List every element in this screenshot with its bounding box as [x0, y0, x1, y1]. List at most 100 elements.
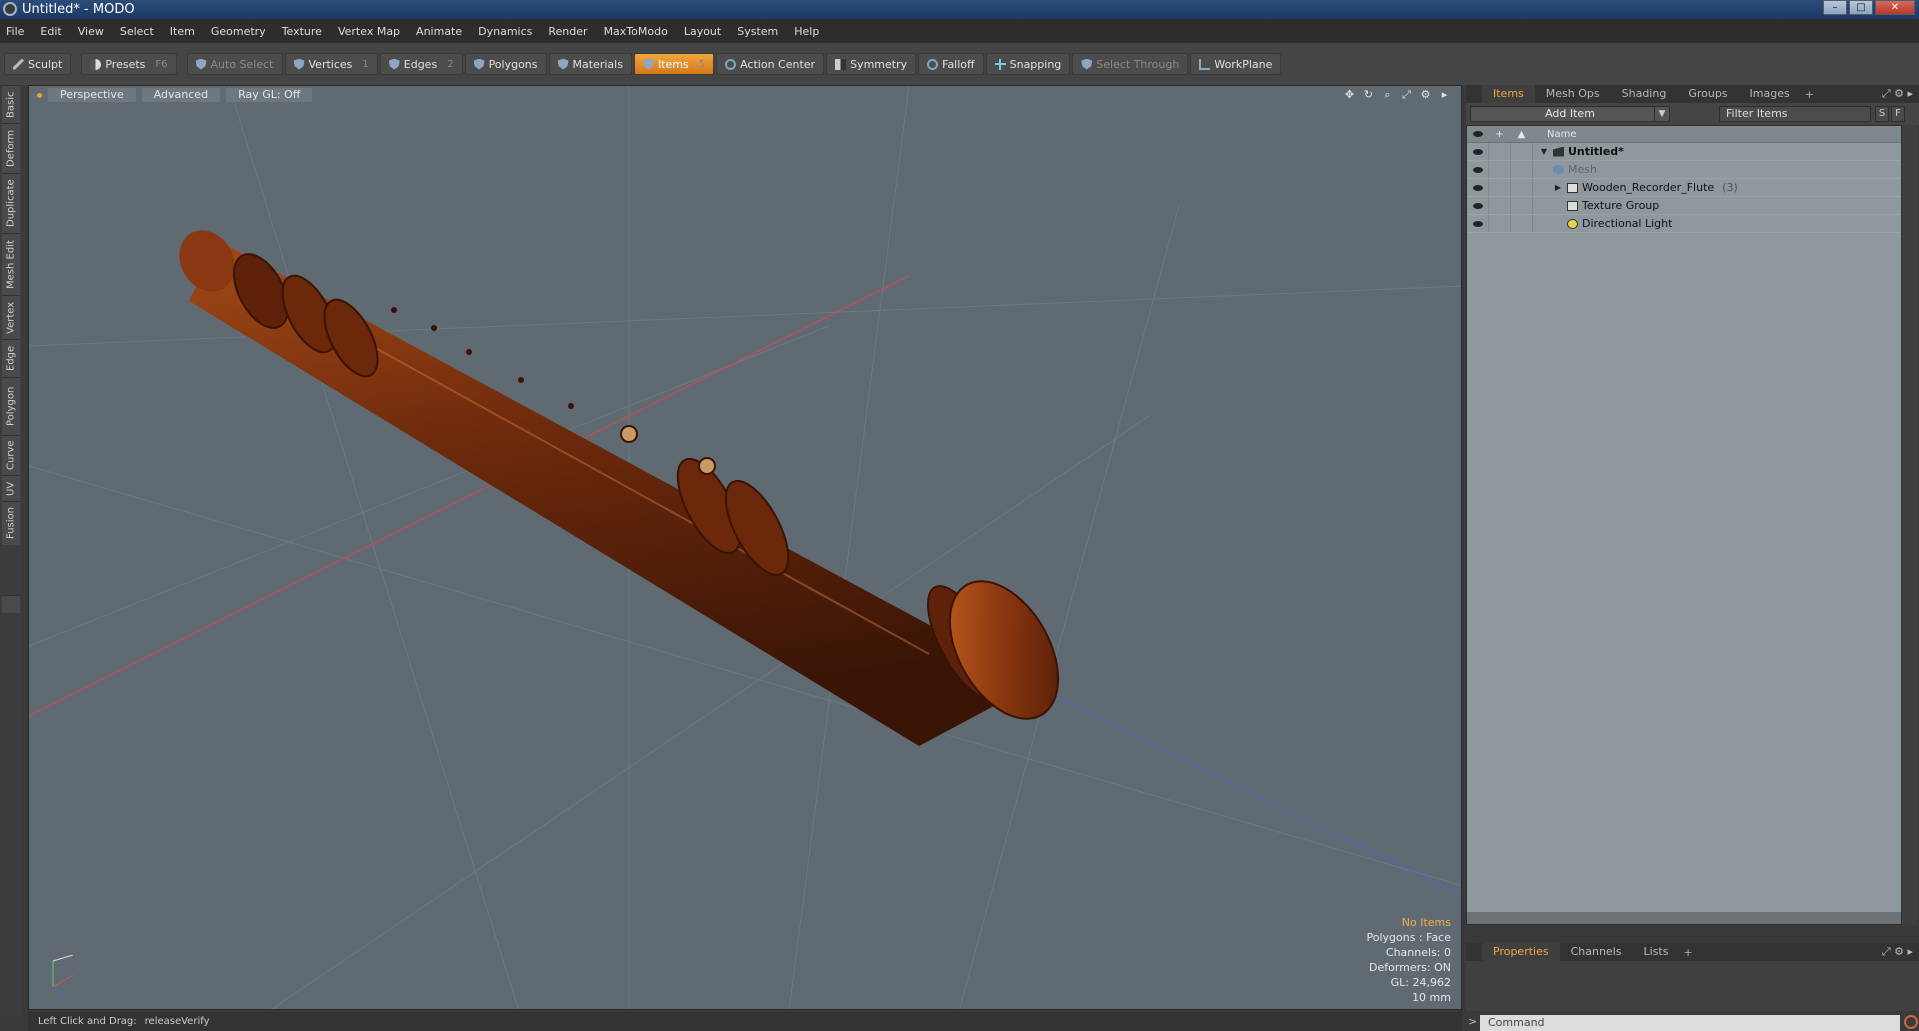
tab-shading[interactable]: Shading: [1611, 85, 1678, 103]
tree-row-mesh[interactable]: Mesh: [1467, 161, 1901, 179]
visibility-eye-icon[interactable]: [1467, 143, 1489, 160]
fit-icon[interactable]: ⤢: [1400, 88, 1413, 101]
settings-gear-icon[interactable]: ⚙: [1419, 88, 1432, 101]
menu-select[interactable]: Select: [120, 25, 154, 38]
channels-info: Channels: 0: [1385, 946, 1451, 959]
tab-edge[interactable]: Edge: [2, 339, 20, 377]
presets-icon: [90, 58, 102, 70]
command-stop-icon[interactable]: [1904, 1015, 1918, 1029]
tree-row-light[interactable]: Directional Light: [1467, 215, 1901, 233]
falloff-button[interactable]: Falloff: [918, 53, 984, 75]
3d-viewport[interactable]: Perspective Advanced Ray GL: Off ✥ ↻ ⌕ ⤢…: [28, 85, 1462, 1010]
rotate-icon[interactable]: ↻: [1362, 88, 1375, 101]
expand-arrow-icon[interactable]: ▸: [1438, 88, 1451, 101]
expand-arrow-icon[interactable]: ▶: [1553, 183, 1563, 192]
tab-images[interactable]: Images: [1739, 85, 1801, 103]
tree-row-recorder-group[interactable]: ▶ Wooden_Recorder_Flute (3): [1467, 179, 1901, 197]
menu-item[interactable]: Item: [170, 25, 195, 38]
close-button[interactable]: ✕: [1875, 0, 1915, 15]
tree-row-texture-group[interactable]: Texture Group: [1467, 197, 1901, 215]
properties-panel-tabs: Properties Channels Lists + ⤢ ⚙ ▸: [1466, 943, 1919, 961]
visibility-eye-icon[interactable]: [1467, 161, 1489, 178]
workplane-button[interactable]: WorkPlane: [1190, 53, 1282, 75]
name-column-header: Name: [1547, 128, 1577, 140]
menu-layout[interactable]: Layout: [684, 25, 721, 38]
items-button[interactable]: Items 5: [633, 53, 715, 75]
s-button[interactable]: S: [1875, 106, 1889, 122]
select-through-button[interactable]: Select Through: [1072, 53, 1189, 75]
view-type-dropdown[interactable]: Perspective: [48, 88, 136, 102]
command-input[interactable]: Command: [1480, 1015, 1900, 1031]
add-tab-icon[interactable]: +: [1805, 88, 1814, 101]
menu-vertex-map[interactable]: Vertex Map: [338, 25, 400, 38]
maximize-button[interactable]: □: [1849, 0, 1873, 15]
mesh-icon: [1553, 164, 1564, 175]
menu-system[interactable]: System: [737, 25, 778, 38]
tab-polygon[interactable]: Polygon: [2, 377, 20, 435]
menu-texture[interactable]: Texture: [282, 25, 322, 38]
tab-basic[interactable]: Basic: [2, 85, 20, 123]
menu-edit[interactable]: Edit: [40, 25, 61, 38]
raygl-toggle[interactable]: Ray GL: Off: [226, 88, 313, 102]
auto-select-button[interactable]: Auto Select: [186, 53, 283, 75]
tab-deform[interactable]: Deform: [2, 123, 20, 173]
materials-button[interactable]: Materials: [548, 53, 632, 75]
tab-duplicate[interactable]: Duplicate: [2, 173, 20, 233]
visibility-eye-icon[interactable]: [1467, 215, 1489, 232]
add-item-button[interactable]: Add Item: [1470, 106, 1670, 122]
vertices-button[interactable]: Vertices 1: [284, 53, 378, 75]
menu-file[interactable]: File: [6, 25, 24, 38]
f-button[interactable]: F: [1891, 106, 1905, 122]
menu-animate[interactable]: Animate: [416, 25, 462, 38]
group-name: Wooden_Recorder_Flute: [1582, 181, 1715, 194]
light-name: Directional Light: [1582, 217, 1673, 230]
panel-options-icon[interactable]: ⤢ ⚙ ▸: [1882, 945, 1913, 959]
tab-fusion[interactable]: Fusion: [2, 501, 20, 545]
visibility-eye-icon[interactable]: [1467, 179, 1489, 196]
menu-help[interactable]: Help: [794, 25, 819, 38]
snapping-button[interactable]: Snapping: [985, 53, 1071, 75]
tab-channels[interactable]: Channels: [1560, 943, 1633, 961]
add-item-dropdown-icon[interactable]: ▼: [1654, 106, 1670, 122]
shading-mode-dropdown[interactable]: Advanced: [141, 88, 221, 102]
axis-gizmo-icon: [52, 955, 74, 998]
menu-view[interactable]: View: [78, 25, 104, 38]
filter-items-input[interactable]: Filter Items: [1719, 106, 1871, 122]
status-bar: Left Click and Drag: releaseVerify: [28, 1012, 1462, 1031]
visibility-eye-icon[interactable]: [1467, 197, 1489, 214]
tab-groups[interactable]: Groups: [1677, 85, 1738, 103]
tab-extra[interactable]: [2, 595, 20, 613]
collapse-arrow-icon[interactable]: ▼: [1539, 147, 1549, 156]
gl-polycount: GL: 24,962: [1390, 976, 1451, 989]
tab-curve[interactable]: Curve: [2, 435, 20, 475]
tab-vertex[interactable]: Vertex: [2, 295, 20, 339]
polygons-button[interactable]: Polygons: [464, 53, 547, 75]
tab-uv[interactable]: UV: [2, 475, 20, 501]
viewport-menu-dot-icon[interactable]: [37, 92, 42, 98]
symmetry-button[interactable]: Symmetry: [826, 53, 917, 75]
materials-icon: [557, 58, 569, 70]
tree-row-scene[interactable]: ▼ Untitled*: [1467, 143, 1901, 161]
tree-horizontal-scrollbar[interactable]: [1467, 912, 1901, 924]
tab-properties[interactable]: Properties: [1482, 943, 1560, 961]
recorder-model[interactable]: [168, 220, 1080, 746]
menu-geometry[interactable]: Geometry: [211, 25, 266, 38]
tree-vertical-scrollbar[interactable]: [1902, 125, 1918, 925]
tab-mesh-edit[interactable]: Mesh Edit: [2, 233, 20, 295]
menu-dynamics[interactable]: Dynamics: [478, 25, 532, 38]
minimize-button[interactable]: –: [1823, 0, 1847, 15]
add-tab-icon[interactable]: +: [1683, 946, 1692, 959]
menu-render[interactable]: Render: [548, 25, 587, 38]
presets-button[interactable]: Presets F6: [81, 53, 177, 75]
tab-lists[interactable]: Lists: [1633, 943, 1680, 961]
scene-icon: [1553, 146, 1564, 157]
pan-icon[interactable]: ✥: [1343, 88, 1356, 101]
tab-mesh-ops[interactable]: Mesh Ops: [1535, 85, 1611, 103]
edges-button[interactable]: Edges 2: [379, 53, 463, 75]
tab-items[interactable]: Items: [1482, 85, 1535, 103]
menu-maxtomodo[interactable]: MaxToModo: [604, 25, 668, 38]
action-center-button[interactable]: Action Center: [716, 53, 825, 75]
sculpt-button[interactable]: Sculpt: [4, 53, 72, 75]
zoom-icon[interactable]: ⌕: [1381, 88, 1394, 101]
panel-options-icon[interactable]: ⤢ ⚙ ▸: [1882, 87, 1913, 101]
